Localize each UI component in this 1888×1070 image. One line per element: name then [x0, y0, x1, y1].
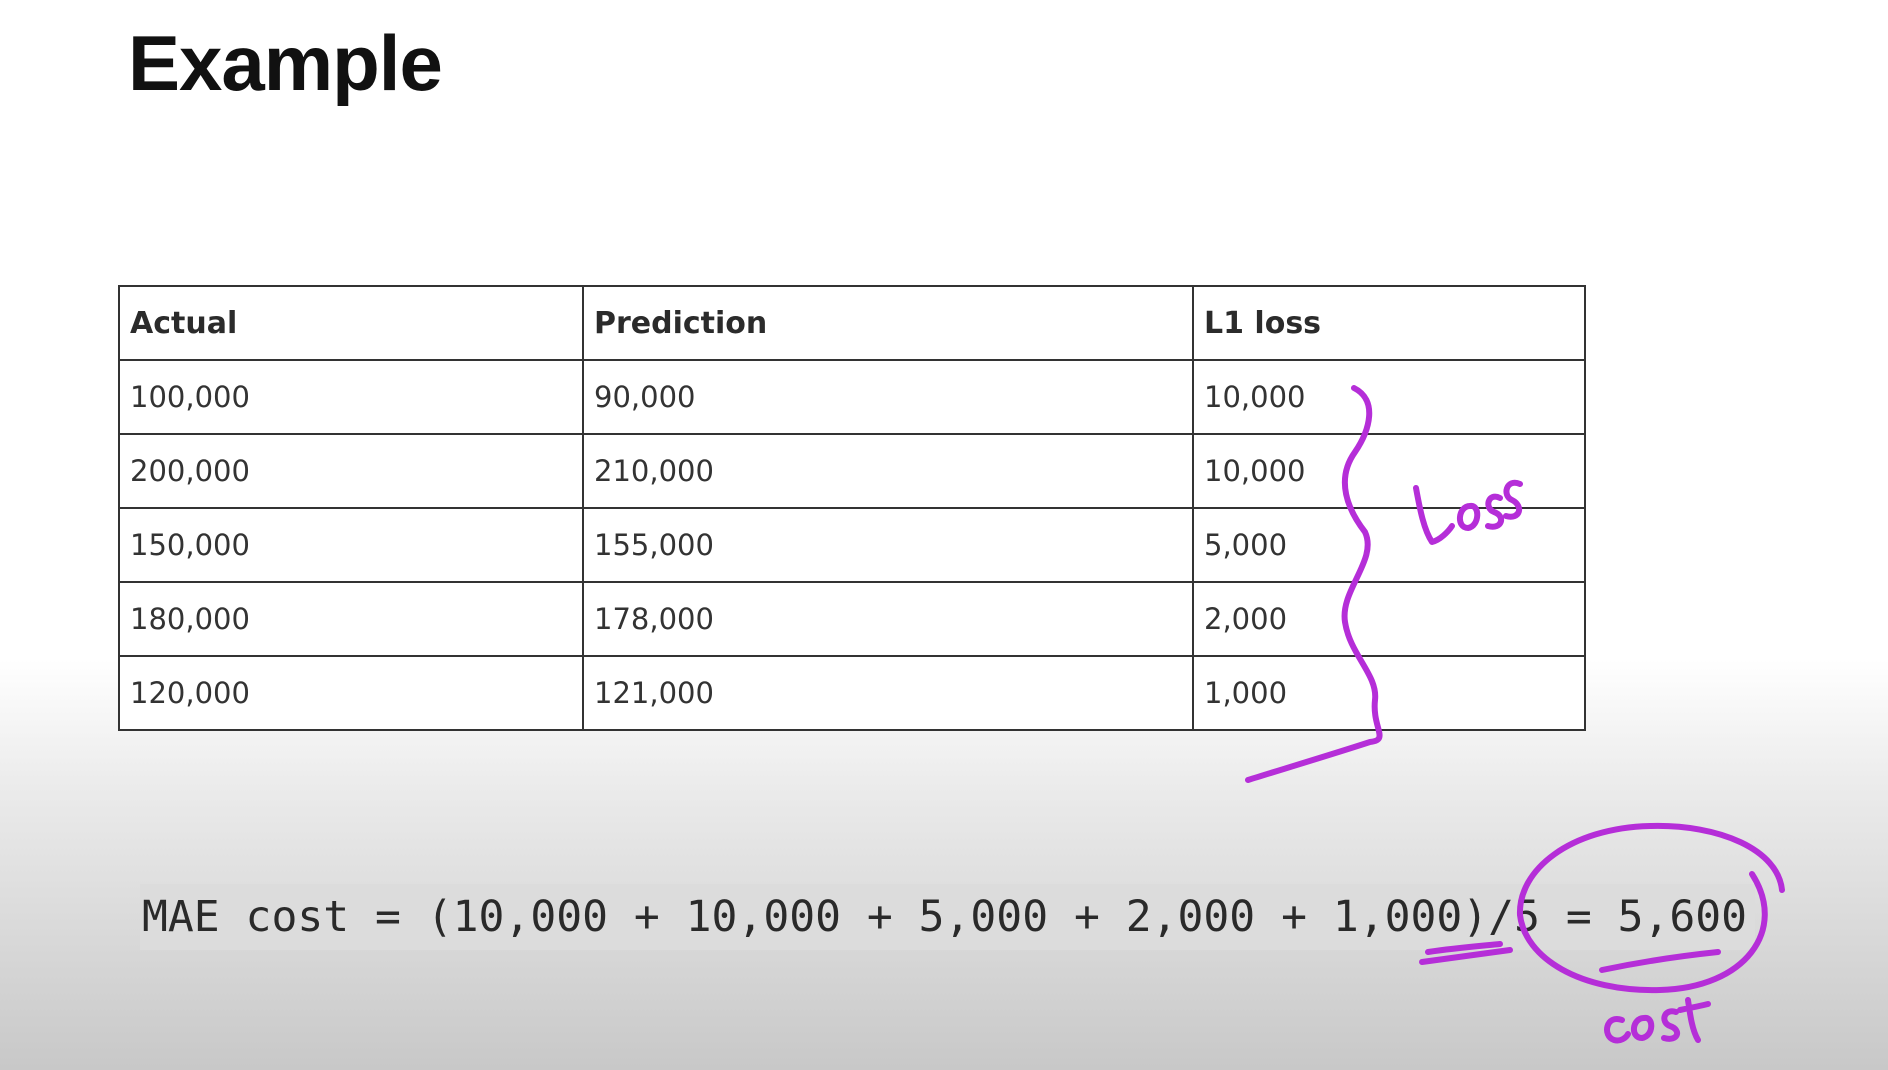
cell-prediction: 121,000	[582, 655, 1194, 731]
result-underline	[1599, 949, 1721, 973]
cell-actual: 150,000	[118, 507, 584, 583]
table-row: 180,000 178,000 2,000	[118, 581, 1586, 657]
header-prediction: Prediction	[582, 285, 1194, 361]
cell-l1-loss: 10,000	[1192, 433, 1586, 509]
cell-l1-loss: 1,000	[1192, 655, 1586, 731]
cell-prediction: 155,000	[582, 507, 1194, 583]
cost-handwriting	[1604, 997, 1711, 1044]
mae-formula: MAE cost = (10,000 + 10,000 + 5,000 + 2,…	[140, 884, 1756, 950]
table-row: 200,000 210,000 10,000	[118, 433, 1586, 509]
cell-actual: 200,000	[118, 433, 584, 509]
loss-table: Actual Prediction L1 loss 100,000 90,000…	[118, 285, 1586, 731]
table-row: 100,000 90,000 10,000	[118, 359, 1586, 435]
table-header-row: Actual Prediction L1 loss	[118, 285, 1586, 361]
slide-title: Example	[128, 19, 443, 107]
cell-prediction: 90,000	[582, 359, 1194, 435]
table-row: 120,000 121,000 1,000	[118, 655, 1586, 731]
cell-l1-loss: 2,000	[1192, 581, 1586, 657]
cell-actual: 120,000	[118, 655, 584, 731]
header-l1-loss: L1 loss	[1192, 285, 1586, 361]
cell-actual: 100,000	[118, 359, 584, 435]
cell-l1-loss: 10,000	[1192, 359, 1586, 435]
cell-actual: 180,000	[118, 581, 584, 657]
cell-prediction: 178,000	[582, 581, 1194, 657]
header-actual: Actual	[118, 285, 584, 361]
cell-prediction: 210,000	[582, 433, 1194, 509]
table-row: 150,000 155,000 5,000	[118, 507, 1586, 583]
cell-l1-loss: 5,000	[1192, 507, 1586, 583]
